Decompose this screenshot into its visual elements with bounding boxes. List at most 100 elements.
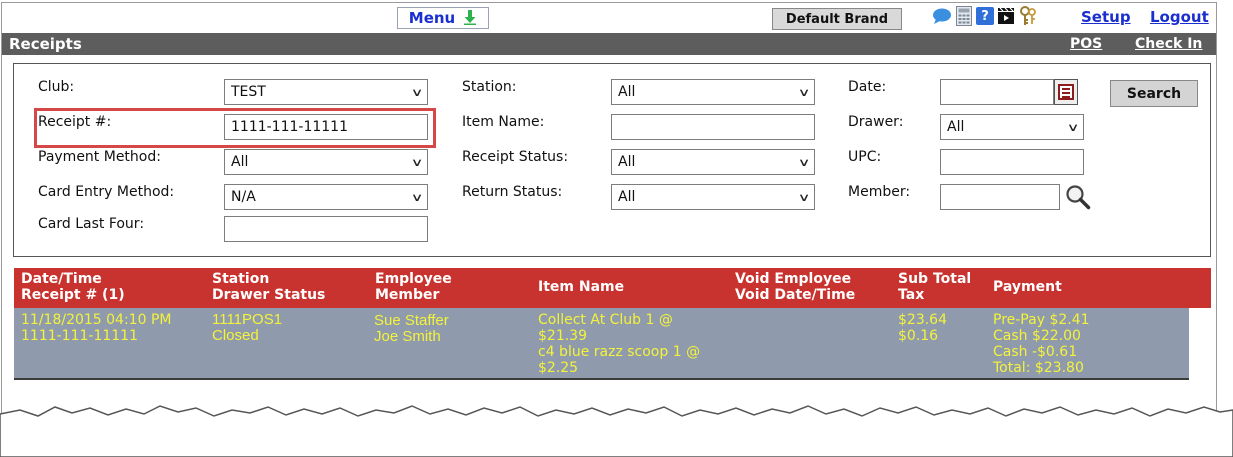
item-name-input[interactable]	[611, 114, 815, 140]
row-item-line: $21.39	[538, 328, 587, 344]
help-icon[interactable]: ?	[976, 7, 994, 25]
chat-icon[interactable]	[932, 5, 952, 27]
station-value: All	[618, 84, 636, 100]
header-subtotal[interactable]: Sub Total Tax	[898, 271, 971, 303]
club-select[interactable]: TEST ∨	[224, 79, 428, 105]
cell-station: 1111POS1 Closed	[212, 312, 282, 344]
header-datetime[interactable]: Date/Time Receipt # (1)	[21, 271, 125, 303]
payment-method-label: Payment Method:	[38, 149, 161, 165]
header-void-line2: Void Date/Time	[735, 287, 856, 303]
cell-items: Collect At Club 1 @ $21.39 c4 blue razz …	[538, 312, 700, 376]
chevron-down-icon: ∨	[797, 190, 811, 204]
card-entry-method-label: Card Entry Method:	[38, 184, 175, 200]
pos-link[interactable]: POS	[1070, 36, 1102, 52]
search-button[interactable]: Search	[1110, 80, 1198, 107]
results-table-header: Date/Time Receipt # (1) Station Drawer S…	[14, 268, 1211, 308]
torn-edge-decoration	[0, 405, 1233, 457]
default-brand-button[interactable]: Default Brand	[772, 8, 902, 30]
clapper-icon[interactable]	[996, 5, 1016, 27]
header-void[interactable]: Void Employee Void Date/Time	[735, 271, 855, 303]
station-label: Station:	[462, 79, 517, 95]
upc-label: UPC:	[848, 149, 882, 165]
header-employee-line2: Member	[375, 287, 440, 303]
card-entry-method-select[interactable]: N/A ∨	[224, 184, 428, 210]
header-employee-line1: Employee	[375, 271, 452, 287]
row-receipt-number[interactable]: 1111-111-11111	[21, 328, 171, 344]
header-employee[interactable]: Employee Member	[375, 271, 452, 303]
row-datetime: 11/18/2015 04:10 PM	[21, 312, 172, 328]
chevron-down-icon: ∨	[410, 85, 424, 99]
cell-datetime: 11/18/2015 04:10 PM 1111-111-11111	[21, 312, 171, 344]
drawer-value: All	[947, 119, 965, 135]
return-status-label: Return Status:	[462, 184, 563, 200]
row-employee: Sue Staffer	[374, 312, 449, 329]
header-station-line1: Station	[212, 271, 270, 287]
calculator-icon[interactable]	[954, 5, 974, 27]
chevron-down-icon: ∨	[1066, 120, 1080, 134]
row-item-line: Collect At Club 1 @	[538, 312, 673, 328]
row-payment-line: Total: $23.80	[993, 360, 1084, 376]
date-input[interactable]	[940, 79, 1054, 105]
row-tax: $0.16	[898, 328, 939, 344]
download-arrow-icon	[463, 9, 477, 28]
station-select[interactable]: All ∨	[611, 79, 815, 105]
header-station[interactable]: Station Drawer Status	[212, 271, 325, 303]
chevron-down-icon: ∨	[797, 155, 811, 169]
header-item-name[interactable]: Item Name	[538, 279, 624, 295]
club-select-value: TEST	[231, 84, 266, 100]
member-label: Member:	[848, 184, 911, 200]
calendar-icon[interactable]	[1054, 79, 1078, 105]
row-payment-line: Pre-Pay $2.41	[993, 312, 1090, 328]
header-datetime-line2: Receipt # (1)	[21, 287, 125, 303]
upc-input[interactable]	[940, 149, 1084, 175]
row-drawer-status: Closed	[212, 327, 259, 344]
title-bar: Receipts POS Check In	[2, 33, 1216, 55]
row-payment-line: Cash $22.00	[993, 328, 1081, 344]
member-input[interactable]	[940, 184, 1060, 210]
menu-button[interactable]: Menu	[397, 7, 489, 29]
payment-method-value: All	[231, 154, 249, 170]
chevron-down-icon: ∨	[410, 155, 424, 169]
header-subtotal-line1: Sub Total	[898, 271, 972, 287]
magnifier-icon[interactable]	[1064, 183, 1092, 211]
receipt-status-value: All	[618, 154, 636, 170]
row-payment-line: Cash -$0.61	[993, 344, 1078, 360]
receipt-status-select[interactable]: All ∨	[611, 149, 815, 175]
toolbar-icons: ?	[932, 5, 1038, 27]
payment-method-select[interactable]: All ∨	[224, 149, 428, 175]
header-item-line1: Item Name	[538, 279, 625, 295]
header-void-line1: Void Employee	[735, 271, 852, 287]
return-status-value: All	[618, 189, 636, 205]
logout-link[interactable]: Logout	[1150, 8, 1209, 26]
receipt-number-input[interactable]: 1111-111-11111	[224, 114, 428, 140]
club-label: Club:	[38, 79, 75, 95]
drawer-select[interactable]: All ∨	[940, 114, 1084, 140]
header-payment-line1: Payment	[993, 279, 1062, 295]
return-status-select[interactable]: All ∨	[611, 184, 815, 210]
cell-employee: Sue Staffer Joe Smith	[374, 313, 449, 345]
row-station: 1111POS1	[212, 311, 283, 328]
row-item-line: $2.25	[538, 360, 579, 376]
setup-link[interactable]: Setup	[1081, 8, 1131, 26]
receipt-number-value: 1111-111-11111	[231, 119, 348, 135]
card-last-four-input[interactable]	[224, 216, 428, 242]
header-subtotal-line2: Tax	[898, 287, 925, 303]
search-panel: Club: TEST ∨ Receipt #: 1111-111-11111 P…	[13, 63, 1211, 257]
receipt-status-label: Receipt Status:	[462, 149, 569, 165]
header-payment[interactable]: Payment	[993, 279, 1062, 295]
cell-payment: Pre-Pay $2.41 Cash $22.00 Cash -$0.61 To…	[993, 312, 1090, 376]
keys-icon[interactable]	[1018, 5, 1038, 27]
check-in-link[interactable]: Check In	[1135, 36, 1202, 52]
drawer-label: Drawer:	[848, 114, 904, 130]
row-subtotal: $23.64	[898, 312, 947, 328]
app-frame: Menu Default Brand ? Setup Logout Receip…	[1, 2, 1217, 442]
row-member: Joe Smith	[374, 328, 441, 345]
receipt-number-label: Receipt #:	[38, 114, 112, 130]
header-station-line2: Drawer Status	[212, 287, 326, 303]
date-label: Date:	[848, 79, 887, 95]
chevron-down-icon: ∨	[797, 85, 811, 99]
table-row[interactable]: 11/18/2015 04:10 PM 1111-111-11111 1111P…	[14, 308, 1189, 380]
card-entry-method-value: N/A	[231, 189, 256, 205]
cell-subtotal: $23.64 $0.16	[898, 312, 947, 344]
row-item-line: c4 blue razz scoop 1 @	[538, 344, 701, 360]
